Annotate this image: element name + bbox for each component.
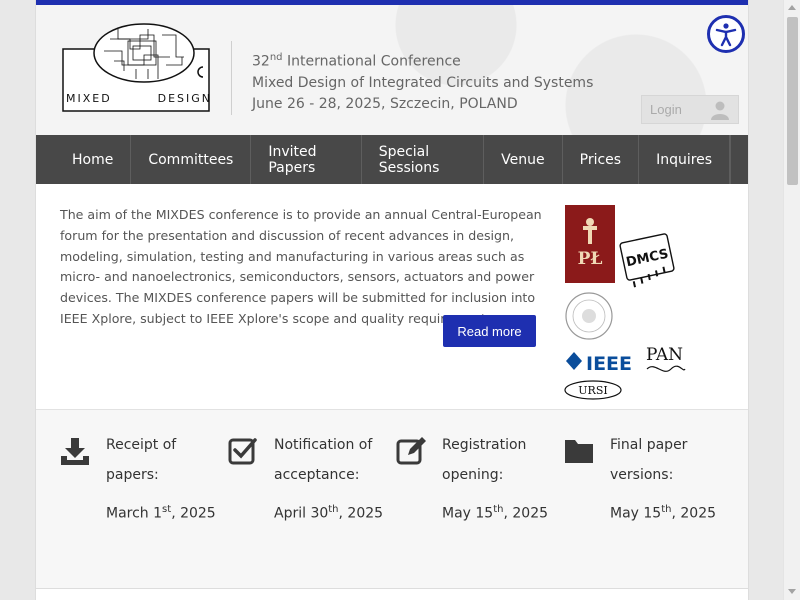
scroll-down-arrow-icon[interactable] — [788, 589, 796, 594]
header: MIXED DESIGN 32nd International Conferen… — [36, 5, 748, 135]
download-icon — [61, 438, 89, 465]
nav-special-sessions[interactable]: Special Sessions — [362, 135, 485, 184]
conference-info: 32nd International Conference Mixed Desi… — [252, 47, 593, 115]
nav-home[interactable]: Home — [36, 135, 132, 184]
date-value: May 15th, 2025 — [610, 504, 717, 522]
nav-invited-papers[interactable]: Invited Papers — [251, 135, 362, 184]
date-label: Registration opening: — [442, 437, 527, 483]
pl-logo[interactable]: PŁ — [565, 205, 615, 283]
logo-word-design: DESIGN — [157, 92, 212, 105]
ursi-logo-text: URSI — [578, 384, 607, 397]
date-value: May 15th, 2025 — [442, 504, 549, 522]
scroll-thumb[interactable] — [787, 17, 798, 185]
date-value: March 1st, 2025 — [106, 504, 216, 522]
ieee-logo[interactable]: IEEE — [566, 352, 632, 375]
folder-icon — [565, 440, 593, 463]
main-nav: Home Committees Invited Papers Special S… — [36, 135, 748, 184]
nav-committees[interactable]: Committees — [131, 135, 252, 184]
intro-text: The aim of the MIXDES conference is to p… — [60, 207, 542, 326]
pl-logo-text: PŁ — [578, 249, 603, 269]
date-label: Receipt of papers: — [106, 437, 177, 483]
page-scrollbar[interactable] — [783, 0, 800, 600]
date-label: Notification of acceptance: — [274, 437, 373, 483]
nav-end-cap — [730, 135, 748, 184]
date-value: April 30th, 2025 — [274, 504, 384, 522]
ieee-logo-text: IEEE — [586, 353, 632, 375]
page: MIXED DESIGN 32nd International Conferen… — [35, 0, 749, 600]
nav-prices[interactable]: Prices — [563, 135, 640, 184]
pan-logo[interactable]: PAN — [646, 345, 686, 372]
nav-venue[interactable]: Venue — [484, 135, 563, 184]
date-text: Receipt of papers: March 1st, 2025 — [106, 430, 230, 531]
pan-logo-text: PAN — [646, 345, 683, 365]
logo-word-mixed: MIXED — [66, 92, 112, 105]
read-more-button[interactable]: Read more — [443, 315, 536, 347]
edit-icon — [396, 437, 426, 465]
logo-text: MIXED DESIGN — [66, 92, 212, 105]
conference-title: Mixed Design of Integrated Circuits and … — [252, 74, 594, 91]
ursi-logo[interactable]: URSI — [564, 380, 622, 400]
scroll-up-arrow-icon[interactable] — [788, 5, 796, 10]
dmcs-logo[interactable]: DMCS — [619, 233, 675, 288]
conference-edition: 32nd International Conference — [252, 47, 593, 73]
edition-number: 32 — [252, 53, 270, 70]
date-text: Registration opening: May 15th, 2025 — [442, 430, 566, 531]
nav-inquires[interactable]: Inquires — [639, 135, 731, 184]
checkbox-icon — [228, 438, 257, 465]
date-label: Final paper versions: — [610, 437, 688, 483]
date-text: Notification of acceptance: April 30th, … — [274, 430, 398, 531]
conference-date-place: June 26 - 28, 2025, Szczecin, POLAND — [252, 95, 518, 112]
user-icon — [711, 101, 729, 120]
login-button[interactable]: Login — [641, 95, 739, 124]
date-text: Final paper versions: May 15th, 2025 — [610, 430, 734, 531]
university-seal-logo[interactable] — [565, 292, 613, 340]
bottom-separator — [36, 588, 748, 589]
login-label: Login — [650, 102, 682, 117]
accessibility-button[interactable] — [707, 15, 745, 53]
important-dates: Receipt of papers: March 1st, 2025 Notif… — [36, 410, 748, 588]
header-divider — [231, 41, 232, 115]
partner-logos: PŁ DMCS IEEE PAN URSI — [564, 205, 686, 400]
edition-suffix: nd — [269, 52, 283, 63]
edition-text: International Conference — [282, 53, 461, 70]
accessibility-icon — [715, 23, 737, 47]
